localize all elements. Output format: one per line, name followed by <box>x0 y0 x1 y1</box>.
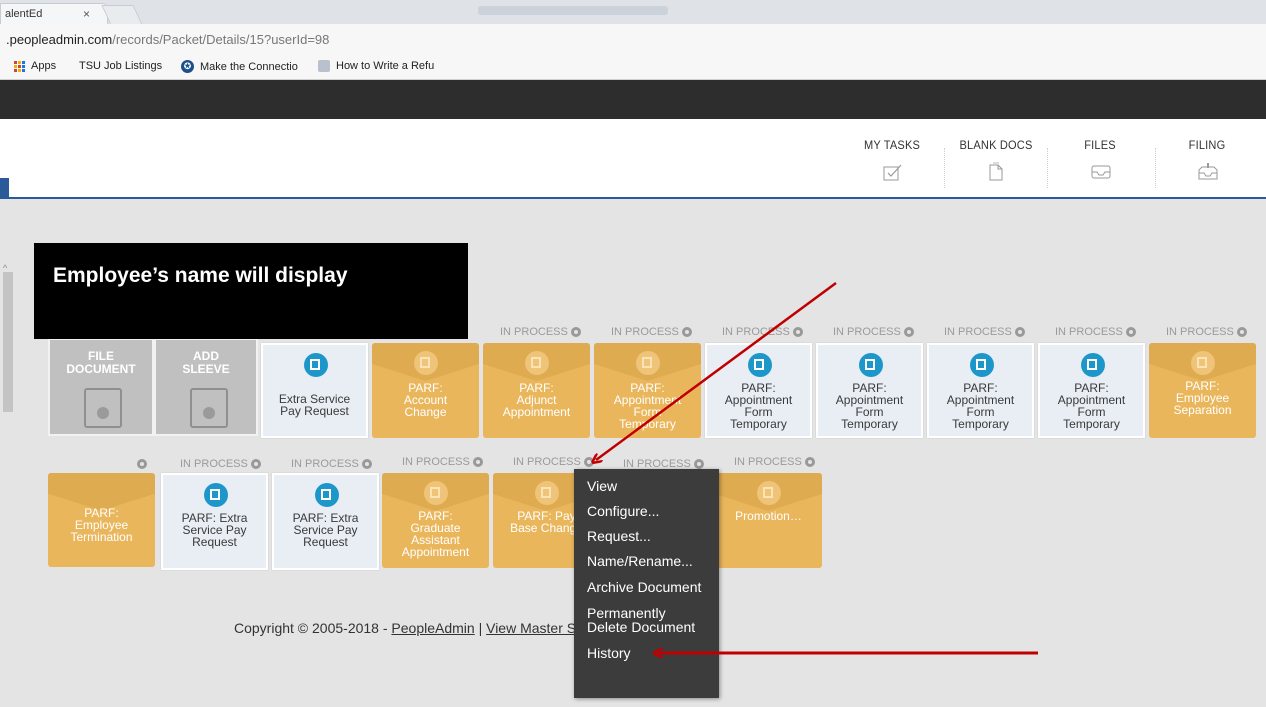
arrow-to-gear <box>596 281 837 460</box>
annotation-arrows <box>0 281 1038 707</box>
